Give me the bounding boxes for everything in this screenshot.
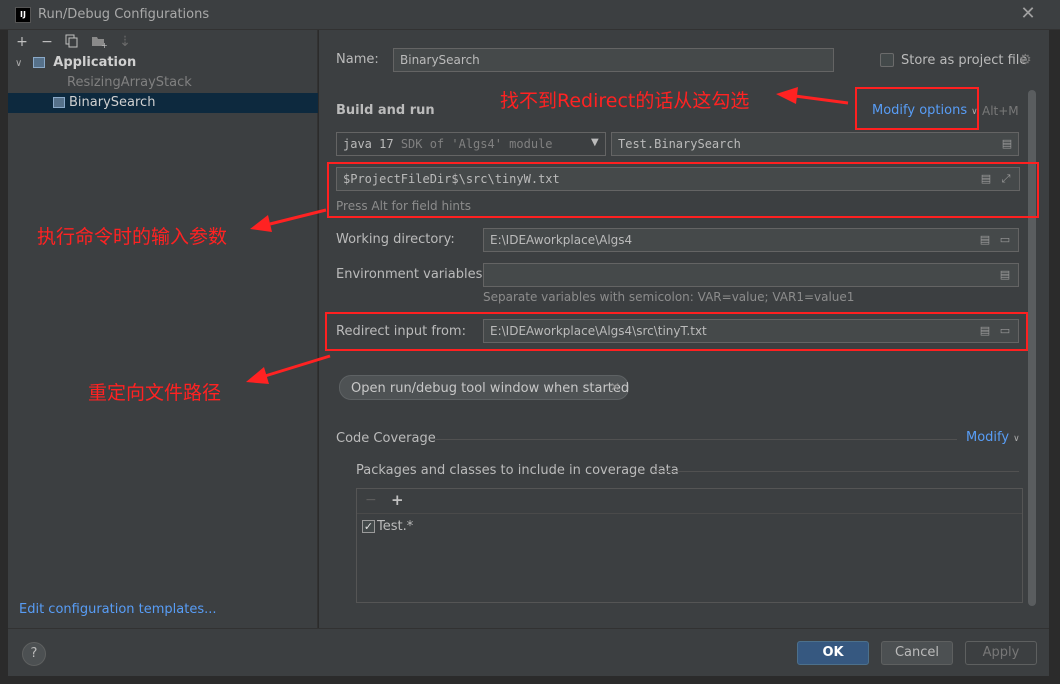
tool-window-option-chip[interactable]: Open run/debug tool window when started … xyxy=(339,375,629,400)
help-button[interactable]: ? xyxy=(22,642,46,666)
expand-icon[interactable]: ⤢ xyxy=(999,172,1013,186)
coverage-list: − + ✓ Test.* xyxy=(356,488,1023,603)
svg-text:+: + xyxy=(101,41,107,48)
chevron-down-icon: ∨ xyxy=(971,107,978,117)
jdk-select[interactable]: java 17 SDK of 'Algs4' module ▼ xyxy=(336,132,606,156)
tree-node-application[interactable]: ∨ Application xyxy=(8,53,318,73)
field-hint-text: Press Alt for field hints xyxy=(336,199,471,213)
document-icon[interactable]: ▤ xyxy=(979,172,993,186)
annotation-args-note: 执行命令时的输入参数 xyxy=(37,226,228,248)
chevron-down-icon[interactable]: ∨ xyxy=(15,54,29,74)
ok-button[interactable]: OK xyxy=(797,641,869,665)
store-as-project-file-checkbox[interactable] xyxy=(880,53,894,67)
modify-options-shortcut: Alt+M xyxy=(982,104,1019,118)
browse-icon[interactable]: ▤ xyxy=(1000,137,1014,151)
folder-add-icon[interactable]: + xyxy=(91,34,108,50)
title-bar: IJ Run/Debug Configurations ✕ xyxy=(0,0,1060,30)
edit-configuration-templates-link[interactable]: Edit configuration templates... xyxy=(19,602,217,617)
annotation-modify-note: 找不到Redirect的话从这勾选 xyxy=(500,90,750,112)
packages-title: Packages and classes to include in cover… xyxy=(356,463,679,478)
remove-icon[interactable]: − xyxy=(39,34,55,50)
add-icon[interactable]: + xyxy=(391,491,404,509)
annotation-redirect-note: 重定向文件路径 xyxy=(88,382,222,404)
document-icon[interactable]: ▤ xyxy=(978,324,992,338)
coverage-modify-button[interactable]: Modify ∨ xyxy=(966,430,1020,445)
environment-variables-label: Environment variables: xyxy=(336,267,487,282)
gear-icon[interactable]: ⚙ xyxy=(1019,52,1032,68)
folder-icon[interactable]: ▭ xyxy=(998,233,1012,247)
tree-item-label: ResizingArrayStack xyxy=(67,75,192,90)
redirect-input-field[interactable]: E:\IDEAworkplace\Algs4\src\tinyT.txt ▤ ▭ xyxy=(483,319,1019,343)
coverage-toolbar xyxy=(357,489,1022,514)
main-class-field[interactable]: Test.BinarySearch ▤ xyxy=(611,132,1019,156)
window-title: Run/Debug Configurations xyxy=(38,7,210,22)
close-icon[interactable]: ✕ xyxy=(610,380,620,394)
build-and-run-title: Build and run xyxy=(336,103,435,118)
apply-button[interactable]: Apply xyxy=(965,641,1037,665)
intellij-icon: IJ xyxy=(15,7,31,23)
add-icon[interactable]: + xyxy=(14,34,30,50)
tree-item-label: BinarySearch xyxy=(69,95,156,110)
background-strip xyxy=(0,30,8,684)
name-field[interactable]: BinarySearch xyxy=(393,48,834,72)
tree-item-resizingarraystack[interactable]: ResizingArrayStack xyxy=(8,73,318,93)
modify-options-button[interactable]: Modify options ∨ xyxy=(872,103,978,118)
cancel-button[interactable]: Cancel xyxy=(881,641,953,665)
tree-node-label: Application xyxy=(53,55,137,70)
chevron-down-icon: ∨ xyxy=(1013,434,1020,444)
remove-icon[interactable]: − xyxy=(365,492,377,508)
name-label: Name: xyxy=(336,52,379,67)
sort-icon[interactable]: ⇣ xyxy=(117,34,133,50)
configurations-tree-panel xyxy=(8,30,318,628)
divider xyxy=(653,471,1019,472)
divider xyxy=(435,439,957,440)
checkbox[interactable]: ✓ xyxy=(362,520,375,533)
document-icon[interactable]: ▤ xyxy=(978,233,992,247)
close-icon[interactable]: ✕ xyxy=(1018,3,1038,25)
tree-item-binarysearch[interactable]: BinarySearch xyxy=(8,93,318,113)
dropdown-arrow-icon: ▼ xyxy=(591,137,599,148)
folder-icon[interactable]: ▭ xyxy=(998,324,1012,338)
environment-variables-hint: Separate variables with semicolon: VAR=v… xyxy=(483,290,855,304)
environment-variables-field[interactable]: ▤ xyxy=(483,263,1019,287)
store-as-project-file-label: Store as project file xyxy=(901,53,1028,68)
working-directory-field[interactable]: E:\IDEAworkplace\Algs4 ▤ ▭ xyxy=(483,228,1019,252)
background-strip xyxy=(1049,30,1060,684)
copy-icon[interactable] xyxy=(64,34,80,50)
program-arguments-field[interactable]: $ProjectFileDir$\src\tinyW.txt ▤ ⤢ xyxy=(336,167,1020,191)
code-coverage-title: Code Coverage xyxy=(336,431,436,446)
working-directory-label: Working directory: xyxy=(336,232,455,247)
application-icon xyxy=(33,57,46,68)
redirect-input-label: Redirect input from: xyxy=(336,324,466,339)
application-config-icon xyxy=(53,97,65,108)
document-icon[interactable]: ▤ xyxy=(998,268,1012,282)
